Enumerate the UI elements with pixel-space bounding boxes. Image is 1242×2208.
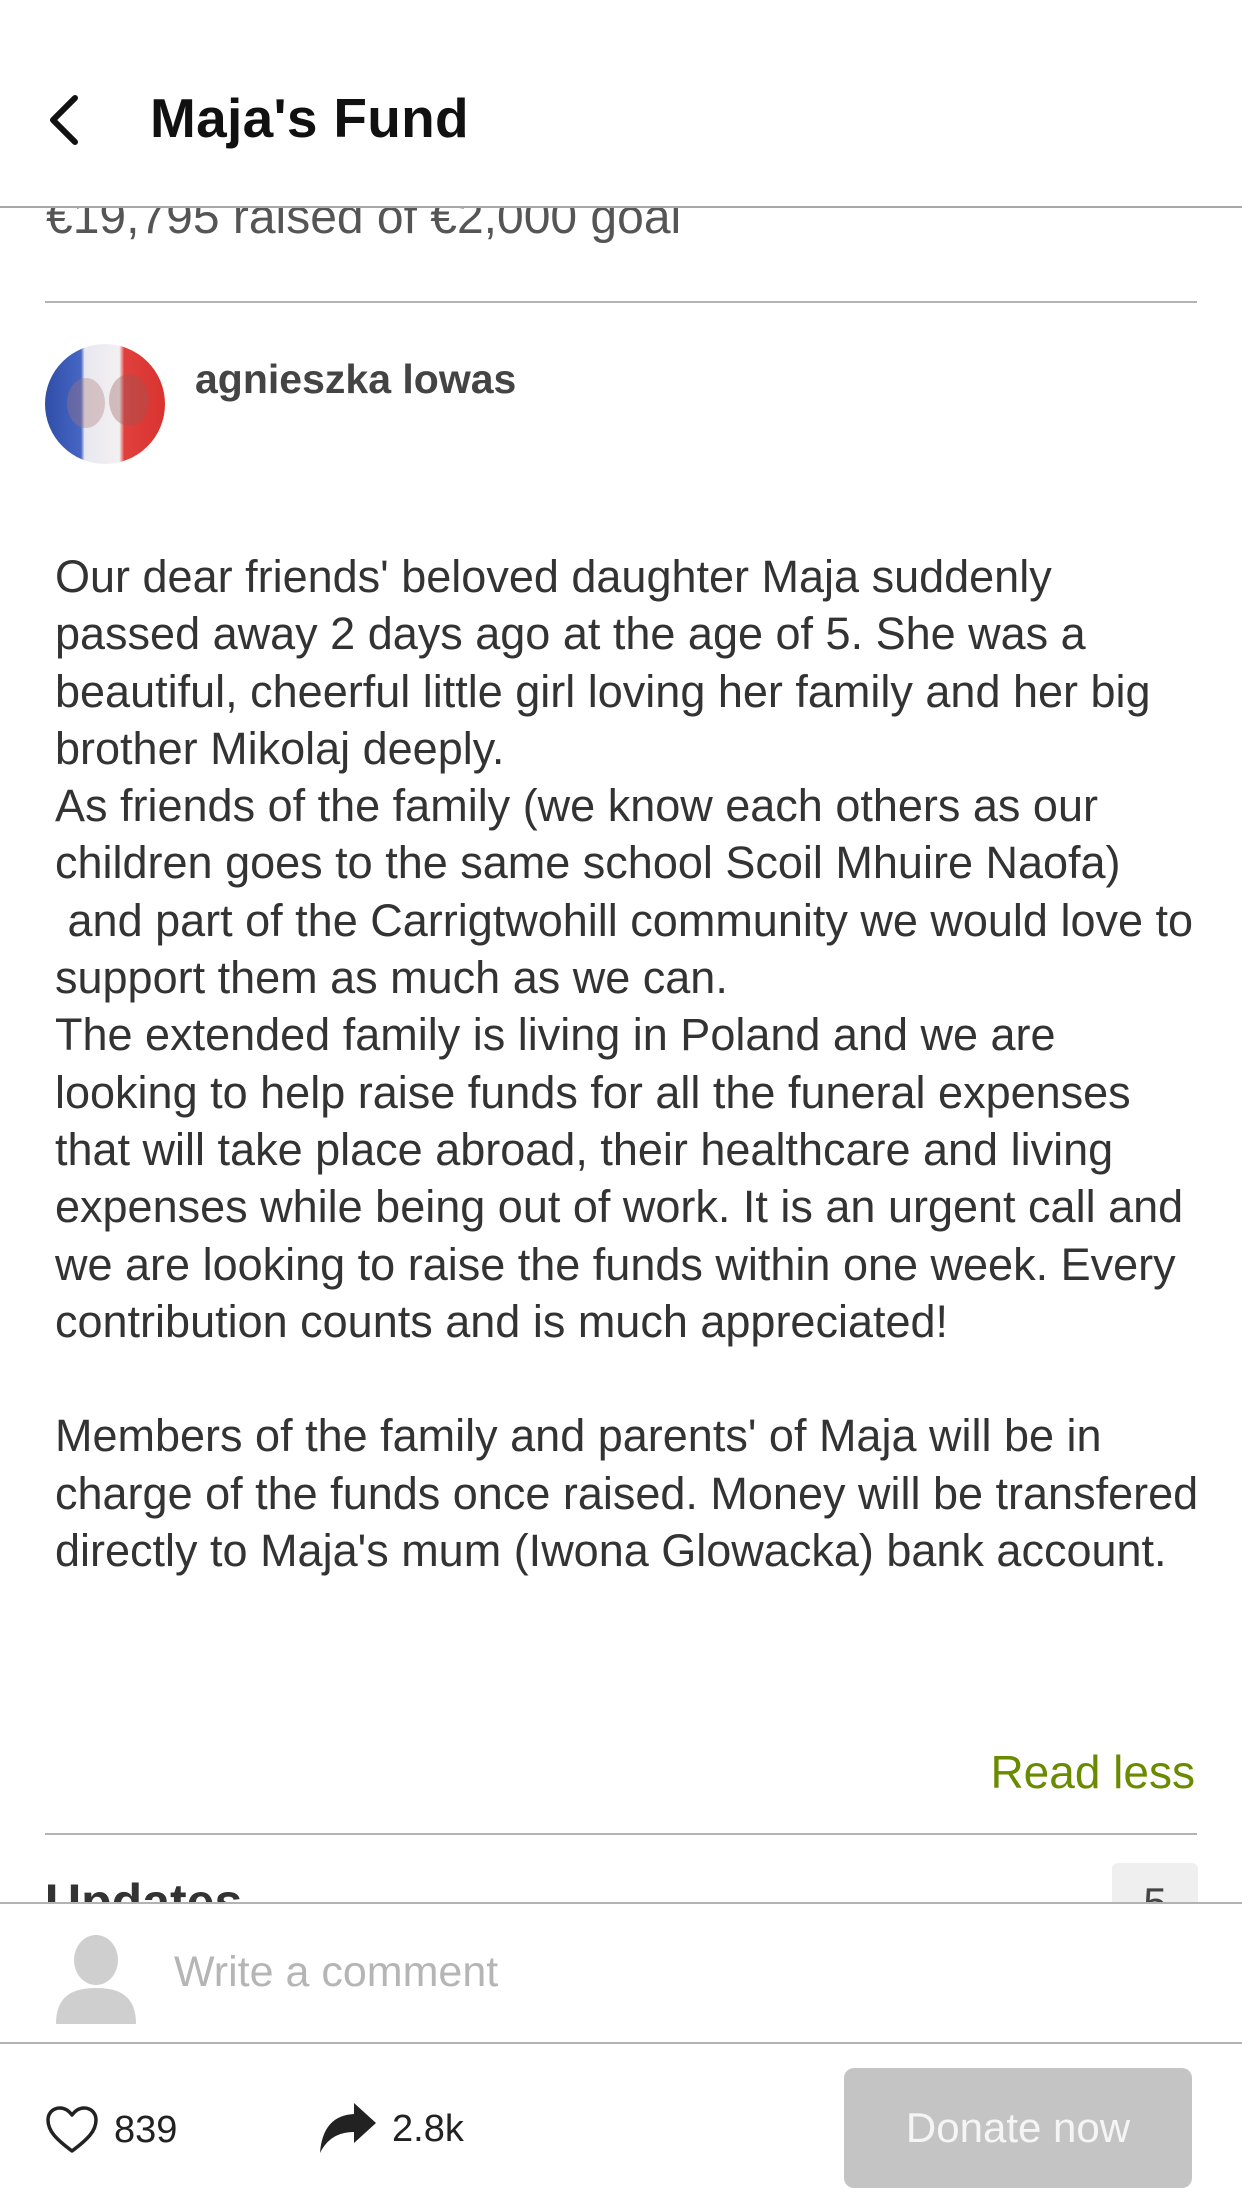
organizer-avatar[interactable] [45, 344, 165, 464]
avatar-detail [109, 374, 149, 426]
comment-bar [0, 1902, 1242, 2044]
like-count: 839 [114, 2108, 178, 2151]
divider [45, 1833, 1197, 1835]
share-count: 2.8k [392, 2107, 464, 2150]
updates-count-badge: 5 [1112, 1863, 1198, 1902]
fundraiser-content[interactable]: €19,795 raised of €2,000 goal agnieszka … [0, 208, 1242, 1902]
organizer-name[interactable]: agnieszka lowas [195, 356, 516, 403]
bottom-action-bar: 839 2.8k Donate now [0, 2044, 1242, 2208]
divider [45, 301, 1197, 303]
share-arrow-icon [320, 2103, 376, 2153]
app-header: Maja's Fund [0, 0, 1242, 208]
share-button[interactable]: 2.8k [318, 2096, 464, 2162]
raised-amount-text: €19,795 raised of €2,000 goal [46, 208, 682, 244]
donate-now-button[interactable]: Donate now [844, 2068, 1192, 2188]
heart-icon [46, 2106, 98, 2153]
updates-heading: Updates [45, 1874, 243, 1902]
comment-input[interactable] [174, 1940, 1174, 2004]
back-button[interactable] [34, 84, 94, 156]
page-title: Maja's Fund [150, 87, 469, 149]
story-text: Our dear friends' beloved daughter Maja … [55, 551, 1199, 1577]
avatar-detail [67, 378, 105, 428]
chevron-left-icon [50, 95, 78, 145]
like-button[interactable]: 839 [44, 2100, 177, 2160]
read-less-link[interactable]: Read less [990, 1745, 1195, 1799]
user-placeholder-icon [56, 1935, 136, 2024]
